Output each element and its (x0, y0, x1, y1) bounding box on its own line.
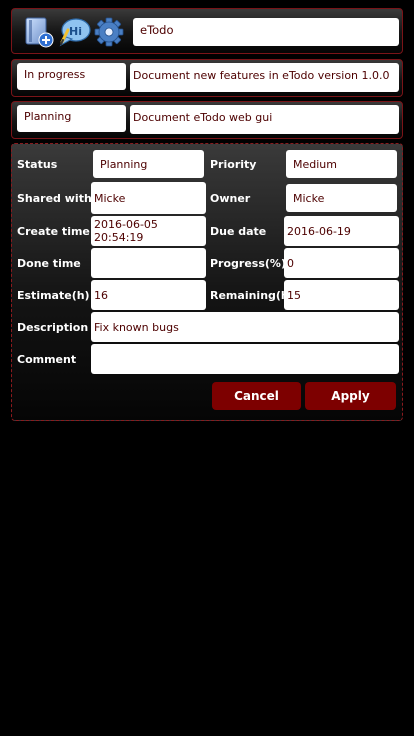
task-status[interactable]: Planning (17, 105, 126, 132)
priority-label: Priority (210, 158, 257, 171)
chat-bubble-icon[interactable]: Hi (58, 16, 92, 48)
estimate-label: Estimate(h) (17, 289, 90, 302)
remaining-field[interactable]: 15 (284, 280, 399, 310)
create-time-label: Create time (17, 225, 90, 238)
remaining-label: Remaining(h) (210, 289, 294, 302)
progress-label: Progress(%) (210, 257, 286, 270)
progress-field[interactable]: 0 (284, 248, 399, 278)
task-details-form: Status Planning Priority Medium Shared w… (11, 143, 403, 421)
description-label: Description (17, 321, 89, 334)
task-name[interactable]: Document eTodo web gui (130, 105, 399, 134)
shared-with-field[interactable]: Micke (91, 182, 206, 214)
svg-text:Hi: Hi (69, 25, 82, 38)
task-status[interactable]: In progress (17, 63, 126, 90)
comment-field[interactable] (91, 344, 399, 374)
cancel-button[interactable]: Cancel (212, 382, 301, 410)
done-time-label: Done time (17, 257, 81, 270)
title-input[interactable]: eTodo (133, 18, 399, 46)
task-name[interactable]: Document new features in eTodo version 1… (130, 63, 399, 92)
task-row[interactable]: Planning Document eTodo web gui (11, 101, 403, 139)
status-label: Status (17, 158, 58, 171)
new-document-icon[interactable] (24, 16, 54, 48)
description-field[interactable]: Fix known bugs (91, 312, 399, 342)
shared-with-label: Shared with (17, 192, 92, 205)
toolbar: Hi eTodo (11, 8, 403, 54)
gear-icon[interactable] (94, 16, 124, 48)
owner-label: Owner (210, 192, 251, 205)
create-time-field[interactable]: 2016-06-05 20:54:19 (91, 216, 206, 246)
comment-label: Comment (17, 353, 77, 366)
owner-select[interactable]: Micke (286, 184, 397, 212)
apply-button[interactable]: Apply (305, 382, 396, 410)
due-date-field[interactable]: 2016-06-19 (284, 216, 399, 246)
done-time-field[interactable] (91, 248, 206, 278)
priority-select[interactable]: Medium (286, 150, 397, 178)
task-row[interactable]: In progress Document new features in eTo… (11, 59, 403, 97)
due-date-label: Due date (210, 225, 267, 238)
estimate-field[interactable]: 16 (91, 280, 206, 310)
status-select[interactable]: Planning (93, 150, 204, 178)
